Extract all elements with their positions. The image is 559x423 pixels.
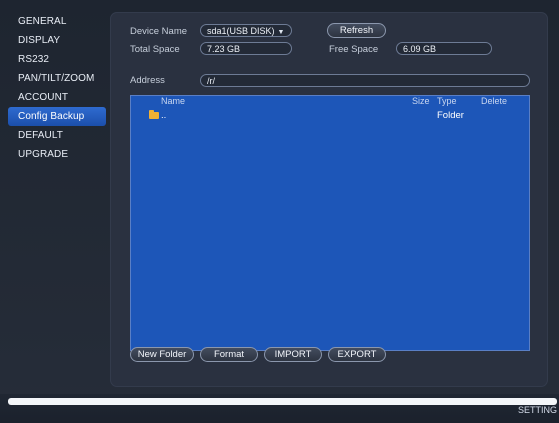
sidebar: GENERAL DISPLAY RS232 PAN/TILT/ZOOM ACCO… <box>8 8 108 390</box>
refresh-button[interactable]: Refresh <box>327 23 386 38</box>
column-header-delete: Delete <box>481 96 508 106</box>
sidebar-item-config-backup[interactable]: Config Backup <box>8 107 106 126</box>
file-type: Folder <box>437 110 464 121</box>
device-name-label: Device Name <box>130 26 188 37</box>
bottom-highlight-bar <box>8 398 557 405</box>
file-list: Name Size Type Delete .. Folder <box>130 95 530 351</box>
sidebar-item-upgrade[interactable]: UPGRADE <box>8 145 108 164</box>
sidebar-item-default[interactable]: DEFAULT <box>8 126 108 145</box>
total-space-field: 7.23 GB <box>200 42 292 55</box>
column-header-name: Name <box>161 96 186 106</box>
config-backup-panel: Device Name sda1(USB DISK) ▼ Refresh Tota… <box>110 12 548 387</box>
folder-icon <box>149 110 159 119</box>
sidebar-item-general[interactable]: GENERAL <box>8 12 108 31</box>
free-space-field: 6.09 GB <box>396 42 492 55</box>
free-space-label: Free Space <box>329 44 379 55</box>
format-button[interactable]: Format <box>200 347 258 362</box>
new-folder-button[interactable]: New Folder <box>130 347 194 362</box>
file-name: .. <box>161 110 167 121</box>
sidebar-item-account[interactable]: ACCOUNT <box>8 88 108 107</box>
sidebar-item-pan-tilt-zoom[interactable]: PAN/TILT/ZOOM <box>8 69 108 88</box>
device-name-value: sda1(USB DISK) <box>207 26 275 36</box>
column-header-size: Size <box>412 96 430 106</box>
file-row[interactable]: .. Folder <box>131 110 529 124</box>
address-label: Address <box>130 75 165 86</box>
device-name-select[interactable]: sda1(USB DISK) ▼ <box>200 24 292 37</box>
sidebar-item-display[interactable]: DISPLAY <box>8 31 108 50</box>
window-frame: GENERAL DISPLAY RS232 PAN/TILT/ZOOM ACCO… <box>0 0 559 423</box>
address-field[interactable]: /r/ <box>200 74 530 87</box>
total-space-label: Total Space <box>130 44 180 55</box>
column-header-type: Type <box>437 96 457 106</box>
setting-tab[interactable]: SETTING <box>518 405 557 415</box>
export-button[interactable]: EXPORT <box>328 347 386 362</box>
import-button[interactable]: IMPORT <box>264 347 322 362</box>
sidebar-item-rs232[interactable]: RS232 <box>8 50 108 69</box>
file-list-header: Name Size Type Delete <box>131 96 529 108</box>
dropdown-arrow-icon: ▼ <box>277 29 285 36</box>
